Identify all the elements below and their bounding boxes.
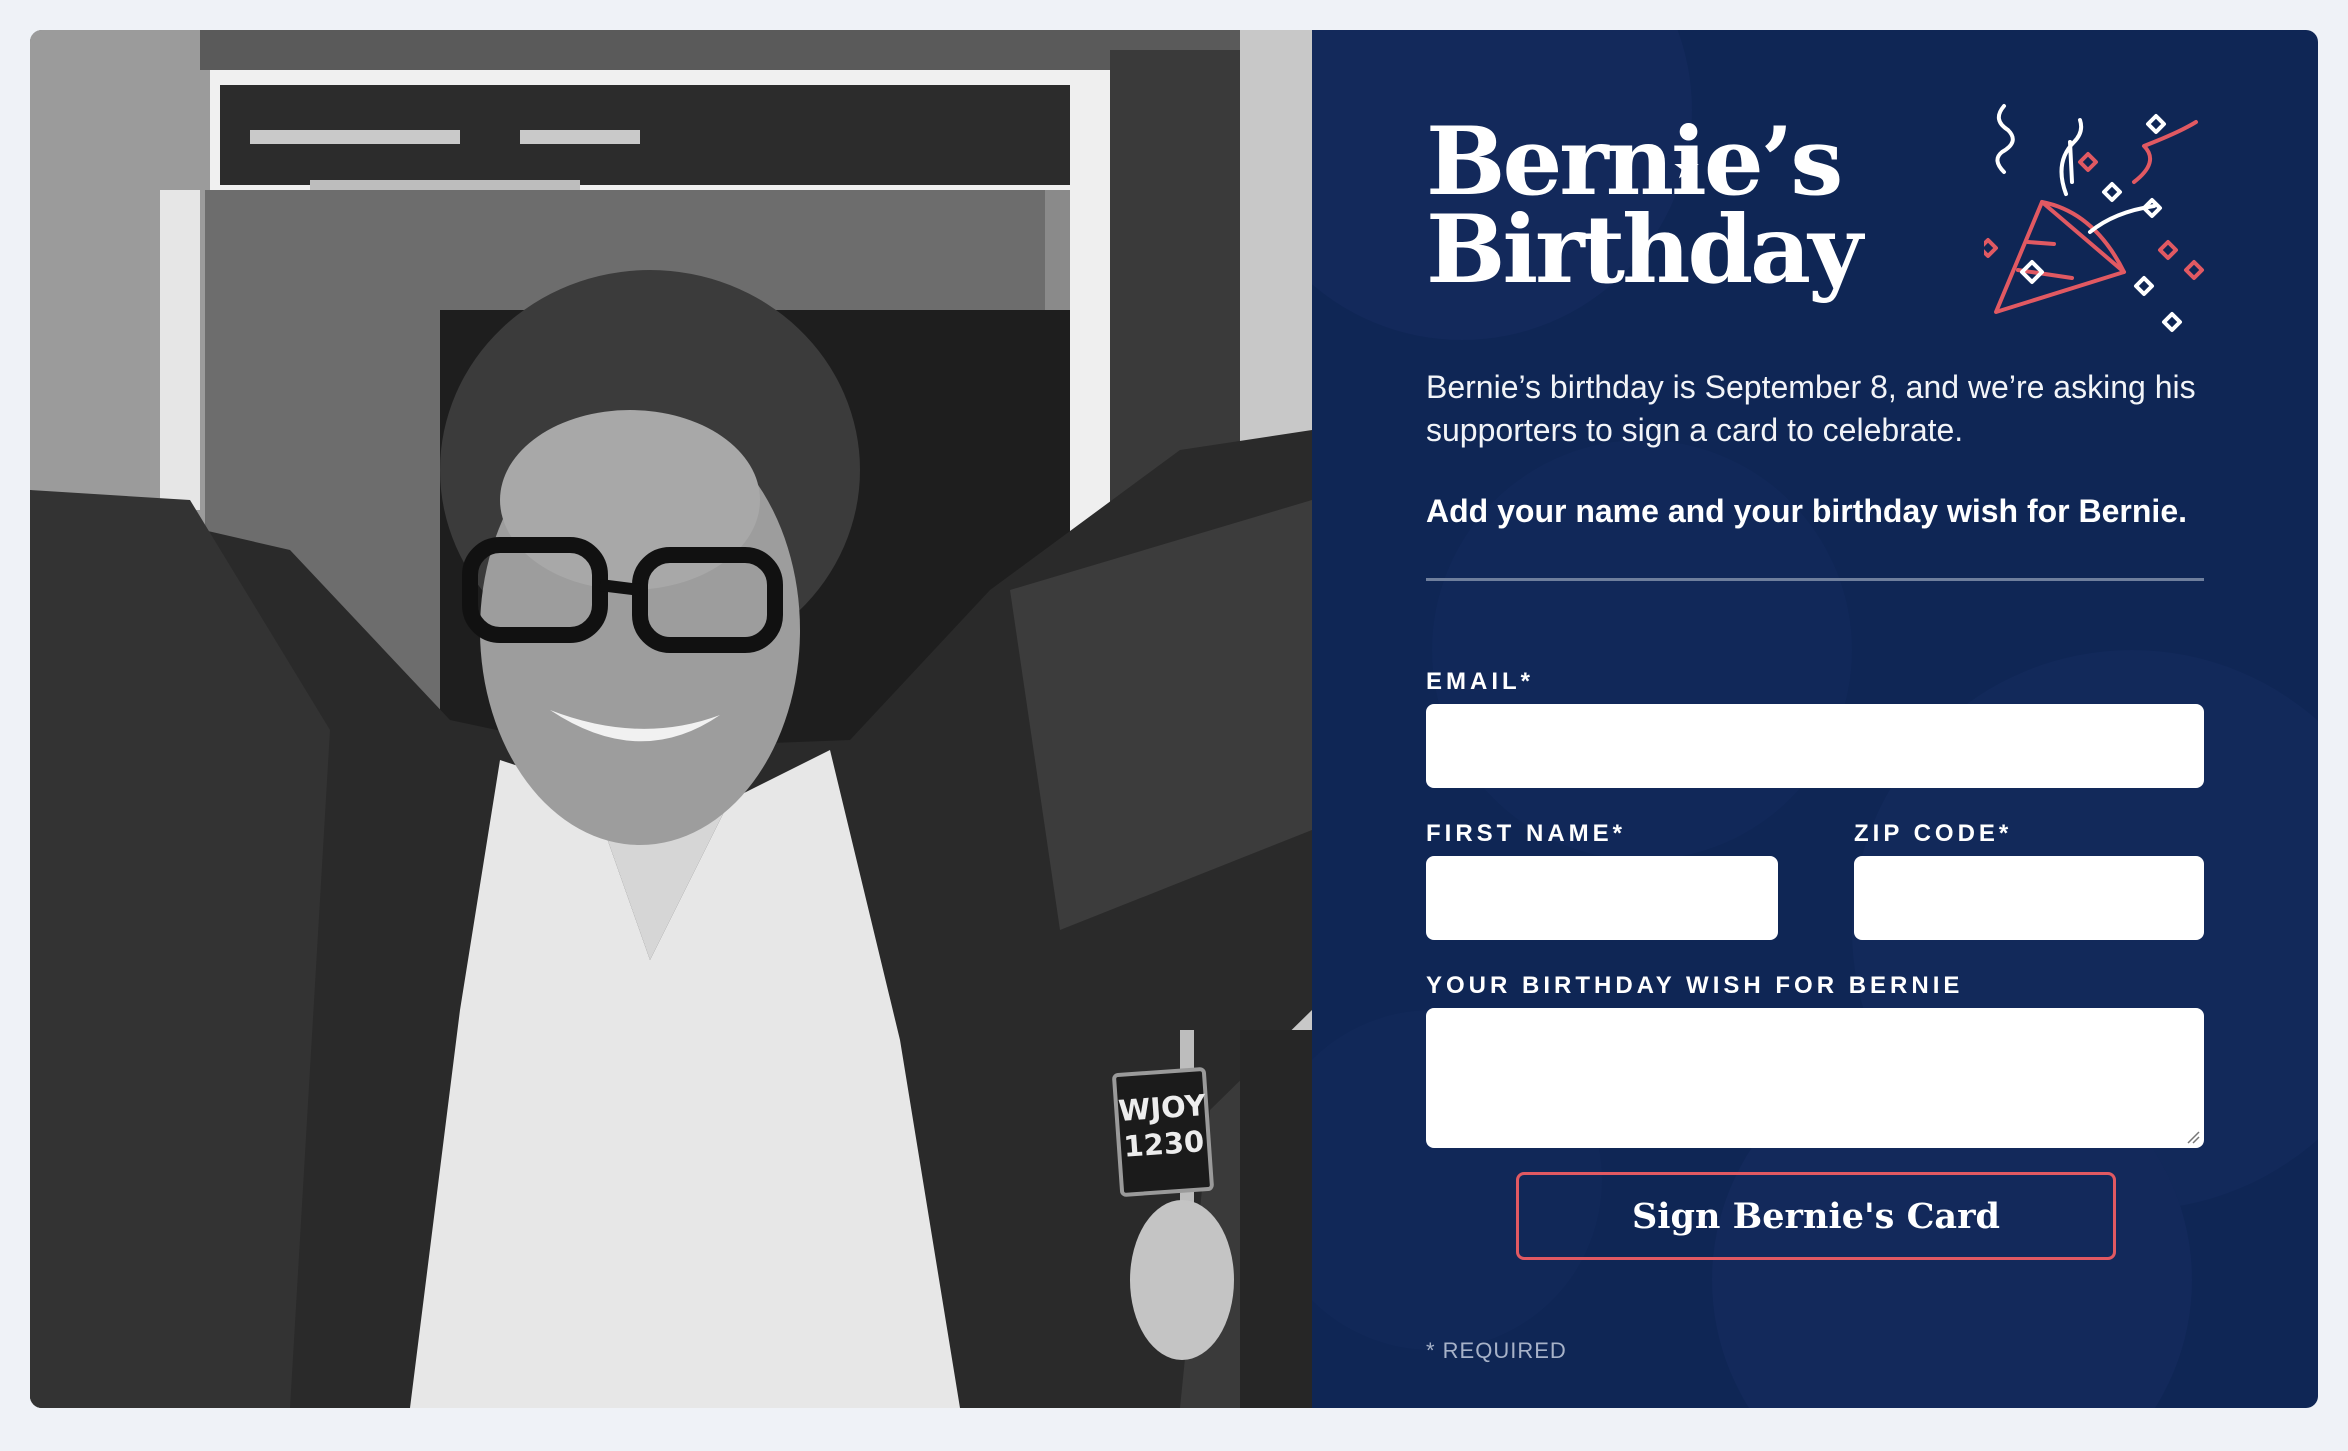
photo-illustration: [30, 30, 1312, 1408]
section-divider: [1426, 578, 2204, 581]
star-icon: ★: [1674, 151, 1699, 184]
intro-call-to-action: Add your name and your birthday wish for…: [1426, 493, 2187, 529]
birthday-wish-textarea[interactable]: [1426, 1008, 2204, 1148]
logo-line-2: Birthday: [1426, 195, 1863, 305]
logo-line-1: Bernie’s: [1426, 107, 1843, 217]
zip-code-field[interactable]: [1854, 856, 2204, 940]
first-name-field[interactable]: [1426, 856, 1778, 940]
birthday-wish-label: YOUR BIRTHDAY WISH FOR BERNIE: [1426, 972, 1964, 999]
first-name-label: FIRST NAME*: [1426, 820, 1626, 847]
email-label: EMAIL*: [1426, 668, 1534, 695]
zip-code-label: ZIP CODE*: [1854, 820, 2013, 847]
microphone-sign-line1: WJOY: [1117, 1088, 1207, 1129]
sign-card-button[interactable]: Sign Bernie's Card: [1516, 1172, 2116, 1260]
intro-text: Bernie’s birthday is September 8, and we…: [1426, 369, 2196, 448]
signup-card: WJOY 1230 Bernie’s Birthday ★ Bernie’s b…: [30, 30, 2318, 1408]
form-panel: Bernie’s Birthday ★ Bernie’s birthday is…: [1312, 30, 2318, 1408]
resize-handle-icon[interactable]: [2186, 1130, 2200, 1144]
required-note: * REQUIRED: [1426, 1338, 1567, 1363]
microphone-sign-line2: 1230: [1122, 1124, 1206, 1164]
bernies-birthday-logo: Bernie’s Birthday ★: [1426, 107, 1863, 305]
bernie-photo: WJOY 1230: [30, 30, 1312, 1408]
email-field[interactable]: [1426, 704, 2204, 788]
microphone-sign: WJOY 1230: [1111, 1066, 1215, 1198]
party-popper-icon: [1984, 104, 2204, 332]
